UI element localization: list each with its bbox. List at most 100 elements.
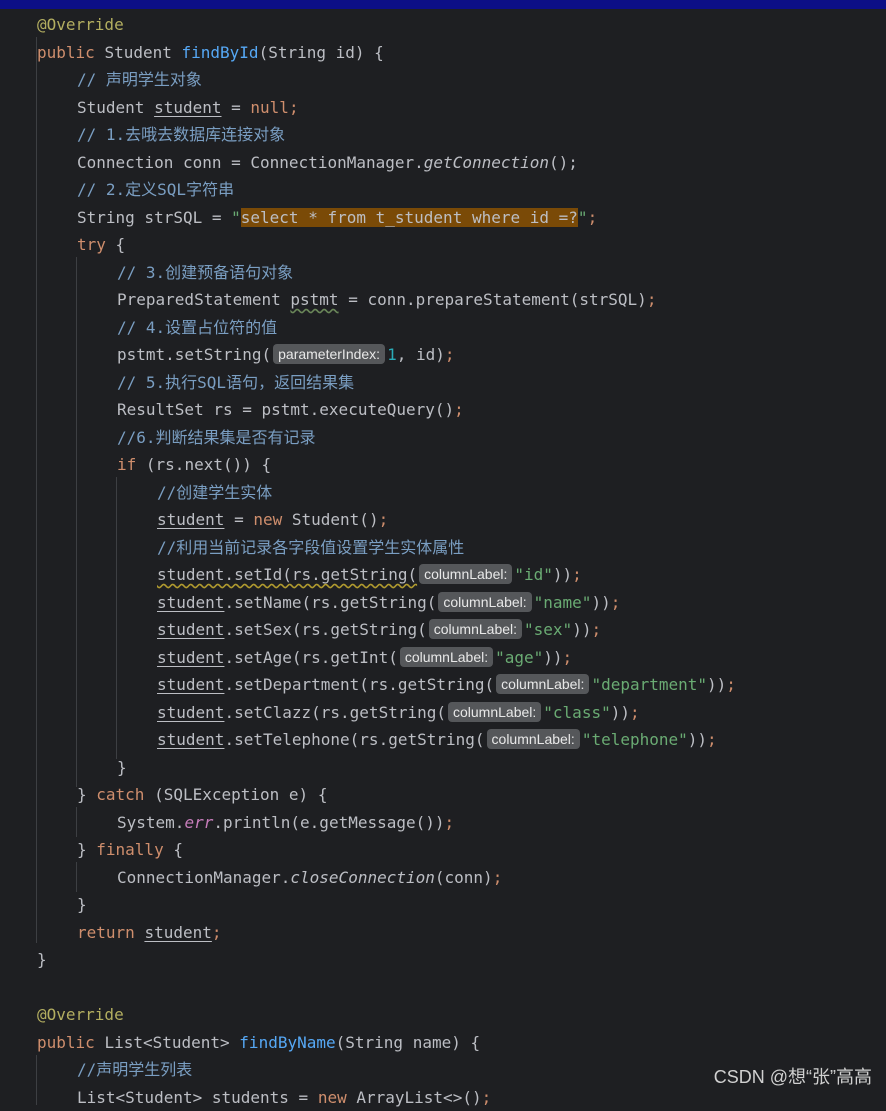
keyword: public bbox=[37, 43, 104, 62]
statement: student.setId(rs.getString( bbox=[157, 565, 417, 584]
code-line[interactable]: public List<Student> findByName(String n… bbox=[37, 1029, 480, 1057]
code-editor[interactable]: @Overridepublic Student findById(String … bbox=[0, 9, 886, 1099]
code-token: .setName(rs.getString( bbox=[224, 593, 436, 612]
code-line[interactable]: // 1.去哦去数据库连接对象 bbox=[77, 121, 285, 149]
code-line[interactable]: } finally { bbox=[77, 836, 183, 864]
code-line[interactable]: //6.判断结果集是否有记录 bbox=[117, 424, 316, 452]
static-method: getConnection bbox=[424, 153, 549, 172]
code-token: Student bbox=[77, 98, 154, 117]
code-line[interactable]: // 4.设置占位符的值 bbox=[117, 314, 277, 342]
code-line[interactable]: @Override bbox=[37, 1001, 124, 1029]
code-line[interactable]: } catch (SQLException e) { bbox=[77, 781, 327, 809]
comment: //6.判断结果集是否有记录 bbox=[117, 428, 316, 447]
code-token: PreparedStatement bbox=[117, 290, 290, 309]
code-line[interactable]: student.setName(rs.getString(columnLabel… bbox=[157, 589, 620, 617]
keyword: ; bbox=[445, 345, 455, 364]
variable: student bbox=[157, 593, 224, 612]
code-line[interactable]: List<Student> students = new ArrayList<>… bbox=[77, 1084, 491, 1111]
string-literal: " bbox=[578, 208, 588, 227]
code-line[interactable]: System.err.println(e.getMessage()); bbox=[117, 809, 454, 837]
indent-guide bbox=[36, 37, 37, 943]
code-token: )) bbox=[572, 620, 591, 639]
code-token: ConnectionManager. bbox=[117, 868, 290, 887]
code-line[interactable]: // 声明学生对象 bbox=[77, 66, 202, 94]
inlay-hint: columnLabel: bbox=[419, 564, 512, 584]
keyword: ; bbox=[454, 400, 464, 419]
code-token: = conn.prepareStatement(strSQL) bbox=[339, 290, 647, 309]
code-line[interactable]: pstmt.setString(parameterIndex:1, id); bbox=[117, 341, 455, 369]
code-token: Student bbox=[104, 43, 181, 62]
string-literal: "name" bbox=[534, 593, 592, 612]
keyword: ; bbox=[289, 98, 299, 117]
code-line[interactable]: student.setDepartment(rs.getString(colum… bbox=[157, 671, 736, 699]
inlay-hint: columnLabel: bbox=[448, 702, 541, 722]
code-line[interactable]: } bbox=[37, 946, 47, 974]
keyword: ; bbox=[588, 208, 598, 227]
code-line[interactable]: //创建学生实体 bbox=[157, 479, 272, 507]
comment: // 2.定义SQL字符串 bbox=[77, 180, 234, 199]
keyword: ; bbox=[563, 648, 573, 667]
code-line[interactable]: if (rs.next()) { bbox=[117, 451, 271, 479]
code-line[interactable]: student.setId(rs.getString(columnLabel:"… bbox=[157, 561, 582, 589]
code-token: ResultSet rs = pstmt.executeQuery() bbox=[117, 400, 454, 419]
indent-guide bbox=[116, 477, 117, 759]
annotation: @Override bbox=[37, 1005, 124, 1024]
variable: pstmt bbox=[290, 290, 338, 309]
inlay-hint: columnLabel: bbox=[496, 674, 589, 694]
code-line[interactable]: //利用当前记录各字段值设置学生实体属性 bbox=[157, 534, 464, 562]
code-token: .setSex(rs.getString( bbox=[224, 620, 426, 639]
code-line[interactable]: student.setTelephone(rs.getString(column… bbox=[157, 726, 717, 754]
code-line[interactable]: } bbox=[117, 754, 127, 782]
variable: student bbox=[157, 648, 224, 667]
keyword: ; bbox=[591, 620, 601, 639]
code-line[interactable]: String strSQL = "select * from t_student… bbox=[77, 204, 597, 232]
code-line[interactable]: } bbox=[77, 891, 87, 919]
method-name: findById bbox=[182, 43, 259, 62]
string-literal: " bbox=[231, 208, 241, 227]
keyword: new bbox=[253, 510, 292, 529]
code-token: Student() bbox=[292, 510, 379, 529]
code-line[interactable]: student.setClazz(rs.getString(columnLabe… bbox=[157, 699, 640, 727]
csdn-watermark: CSDN @想“张”高高 bbox=[714, 1063, 872, 1089]
inlay-hint: columnLabel: bbox=[438, 592, 531, 612]
keyword: ; bbox=[493, 868, 503, 887]
code-token: Connection conn = ConnectionManager. bbox=[77, 153, 424, 172]
code-line[interactable]: //声明学生列表 bbox=[77, 1056, 192, 1084]
code-token: } bbox=[77, 840, 96, 859]
code-line[interactable]: PreparedStatement pstmt = conn.prepareSt… bbox=[117, 286, 656, 314]
variable: student bbox=[157, 703, 224, 722]
keyword: ; bbox=[379, 510, 389, 529]
code-token: pstmt.setString( bbox=[117, 345, 271, 364]
keyword: ; bbox=[726, 675, 736, 694]
code-line[interactable]: ResultSet rs = pstmt.executeQuery(); bbox=[117, 396, 464, 424]
string-literal: "department" bbox=[591, 675, 707, 694]
code-line[interactable]: student = new Student(); bbox=[157, 506, 388, 534]
code-token: )) bbox=[543, 648, 562, 667]
code-token: )) bbox=[611, 703, 630, 722]
code-token: (SQLException e) { bbox=[154, 785, 327, 804]
code-line[interactable]: @Override bbox=[37, 11, 124, 39]
indent-guide bbox=[76, 807, 77, 837]
code-line[interactable]: student.setAge(rs.getInt(columnLabel:"ag… bbox=[157, 644, 572, 672]
inlay-hint: columnLabel: bbox=[429, 619, 522, 639]
code-line[interactable]: public Student findById(String id) { bbox=[37, 39, 384, 67]
code-token: ArrayList<>() bbox=[356, 1088, 481, 1107]
code-token: , id) bbox=[397, 345, 445, 364]
comment: // 1.去哦去数据库连接对象 bbox=[77, 125, 285, 144]
code-token: } bbox=[77, 785, 96, 804]
code-token: .setTelephone(rs.getString( bbox=[224, 730, 484, 749]
code-line[interactable]: ConnectionManager.closeConnection(conn); bbox=[117, 864, 502, 892]
code-line[interactable]: Student student = null; bbox=[77, 94, 299, 122]
static-field: err bbox=[184, 813, 213, 832]
code-line[interactable]: student.setSex(rs.getString(columnLabel:… bbox=[157, 616, 601, 644]
code-token: System. bbox=[117, 813, 184, 832]
indent-guide bbox=[36, 1055, 37, 1105]
code-token: } bbox=[37, 950, 47, 969]
code-line[interactable]: try { bbox=[77, 231, 125, 259]
code-line[interactable]: // 5.执行SQL语句，返回结果集 bbox=[117, 369, 354, 397]
code-line[interactable]: return student; bbox=[77, 919, 222, 947]
variable: student bbox=[157, 730, 224, 749]
code-line[interactable]: // 3.创建预备语句对象 bbox=[117, 259, 293, 287]
code-line[interactable]: Connection conn = ConnectionManager.getC… bbox=[77, 149, 578, 177]
code-line[interactable]: // 2.定义SQL字符串 bbox=[77, 176, 234, 204]
